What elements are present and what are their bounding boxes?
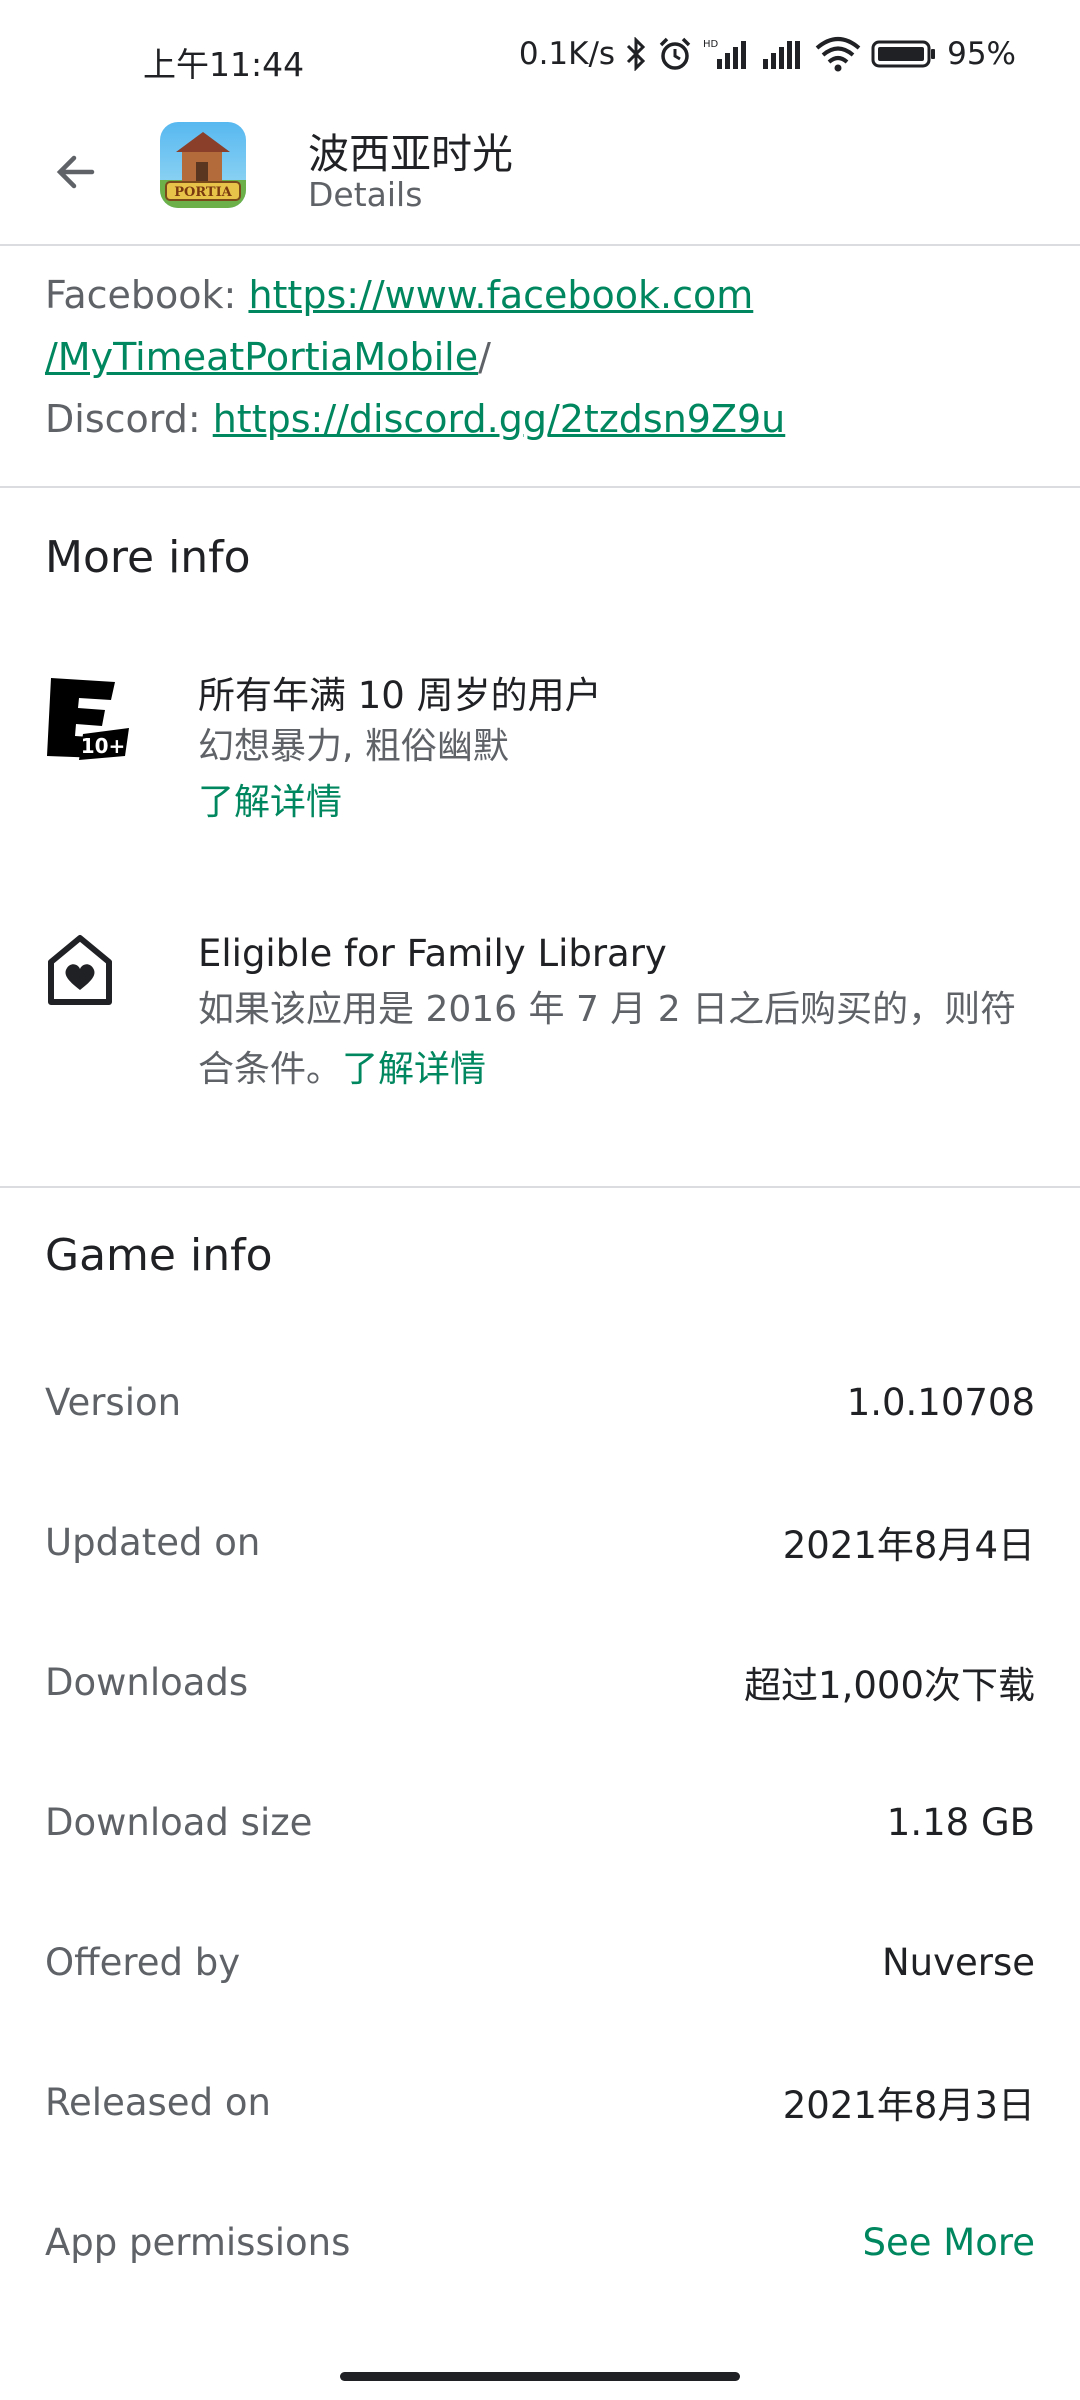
arrow-back-icon <box>56 155 95 189</box>
family-library-title: Eligible for Family Library <box>198 932 667 975</box>
status-time: 上午11:44 <box>143 45 305 84</box>
info-label: Version <box>45 1380 182 1424</box>
developer-links: Facebook: https://www.facebook.com /MyTi… <box>45 264 1045 450</box>
signal-icon <box>761 37 805 71</box>
info-label: Updated on <box>45 1520 261 1564</box>
info-label: Downloads <box>45 1660 249 1704</box>
rating-icon-text: 10+ <box>81 734 126 758</box>
svg-text:HD: HD <box>703 39 719 50</box>
info-value: 2021年8月3日 <box>782 2084 1035 2127</box>
more-info-title: More info <box>45 532 251 583</box>
facebook-link-continued[interactable]: /MyTimeatPortiaMobile <box>45 335 478 379</box>
family-learn-more-link[interactable]: 了解详情 <box>342 1049 486 1090</box>
page-title: 波西亚时光 <box>308 130 513 178</box>
info-row-permissions[interactable]: App permissions See More <box>45 2212 1035 2272</box>
info-value: 2021年8月4日 <box>782 1524 1035 1567</box>
page-subtitle: Details <box>308 175 423 214</box>
status-bar: 上午11:44 0.1K/s HD 95% <box>0 0 1080 120</box>
info-row-updated: Updated on 2021年8月4日 <box>45 1512 1035 1572</box>
info-label: App permissions <box>45 2220 351 2264</box>
alarm-icon <box>657 36 693 72</box>
rating-age: 所有年满 10 周岁的用户 <box>198 674 602 717</box>
discord-label: Discord: <box>45 397 213 441</box>
app-bar: PORTIA 波西亚时光 Details <box>0 120 1080 246</box>
battery-percent: 95% <box>947 36 1016 72</box>
family-library-condition: 如果该应用是 2016 年 7 月 2 日之后购买的，则符合条件。 <box>198 989 1017 1090</box>
net-speed: 0.1K/s <box>518 36 616 72</box>
facebook-link-trail: / <box>478 335 491 379</box>
info-value: 1.18 GB <box>886 1800 1035 1844</box>
family-library-icon <box>45 932 131 1018</box>
app-icon: PORTIA <box>160 122 246 208</box>
hd-signal-icon: HD <box>703 37 751 71</box>
info-label: Offered by <box>45 1940 241 1984</box>
rating-e10-icon: 10+ <box>45 676 131 762</box>
info-row-released: Released on 2021年8月3日 <box>45 2072 1035 2132</box>
info-label: Released on <box>45 2080 271 2124</box>
info-value: Nuverse <box>881 1940 1035 1984</box>
info-value: 超过1,000次下载 <box>744 1664 1035 1707</box>
game-info-title: Game info <box>45 1230 273 1281</box>
rating-descriptors: 幻想暴力, 粗俗幽默 <box>198 726 509 767</box>
family-library-text: Eligible for Family Library 如果该应用是 2016 … <box>198 928 1038 1100</box>
facebook-label: Facebook: <box>45 273 249 317</box>
info-row-version: Version 1.0.10708 <box>45 1372 1035 1432</box>
wifi-icon <box>815 36 861 72</box>
divider <box>0 486 1080 488</box>
bluetooth-icon <box>625 37 647 71</box>
info-label: Download size <box>45 1800 313 1844</box>
rating-learn-more-link[interactable]: 了解详情 <box>198 772 1038 834</box>
family-library-description: 如果该应用是 2016 年 7 月 2 日之后购买的，则符合条件。了解详情 <box>198 980 1038 1100</box>
info-row-download-size: Download size 1.18 GB <box>45 1792 1035 1852</box>
back-button[interactable] <box>44 140 108 204</box>
divider <box>0 1186 1080 1188</box>
app-icon-text: PORTIA <box>174 185 232 200</box>
gesture-home-bar[interactable] <box>340 2372 740 2381</box>
rating-text: 所有年满 10 周岁的用户 幻想暴力, 粗俗幽默 了解详情 <box>198 670 1038 834</box>
status-icons: 0.1K/s HD 95% <box>519 36 1016 72</box>
info-row-offered-by: Offered by Nuverse <box>45 1932 1035 1992</box>
facebook-link[interactable]: https://www.facebook.com <box>248 273 753 317</box>
discord-link[interactable]: https://discord.gg/2tzdsn9Z9u <box>213 397 786 441</box>
battery-icon <box>871 37 937 71</box>
info-row-downloads: Downloads 超过1,000次下载 <box>45 1652 1035 1712</box>
see-more-link[interactable]: See More <box>863 2221 1036 2264</box>
info-value: 1.0.10708 <box>846 1380 1035 1424</box>
